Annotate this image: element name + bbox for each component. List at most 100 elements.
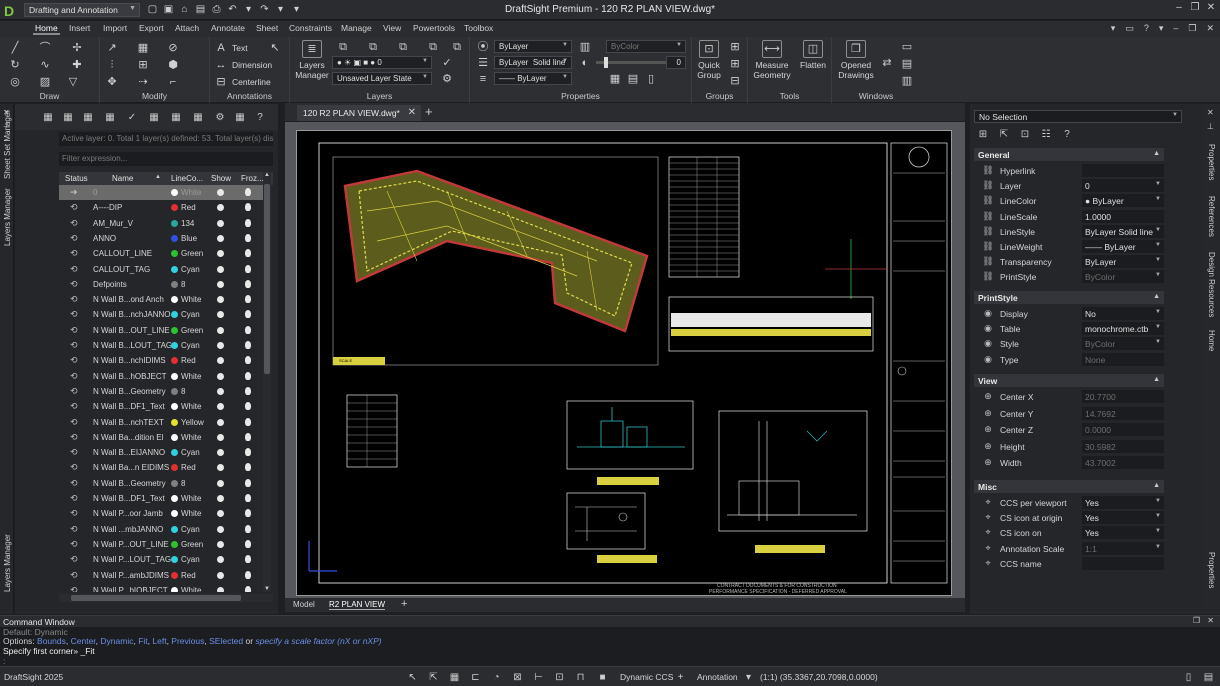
section-printstyle[interactable]: PrintStyle ▲ [974,291,1164,304]
pin-icon[interactable]: ⊥ [1207,122,1214,131]
add-layout-icon[interactable]: + [401,598,407,610]
layer-frozen-toggle[interactable] [245,585,251,592]
layer-frozen-toggle[interactable] [245,509,251,518]
property-value[interactable]: 1.0000 [1082,209,1164,223]
layer-show-toggle[interactable] [217,586,224,592]
section-misc[interactable]: Misc ▲ [974,480,1164,493]
tile-horizontal-icon[interactable]: ▭ [900,40,914,54]
layer-show-toggle[interactable] [217,189,224,196]
break-icon[interactable]: ⇢ [136,75,150,89]
layer-tool-icon[interactable]: ⧉ [366,40,380,54]
layers-manager-tab-bottom[interactable]: Layers Manager [3,534,12,592]
document-tab[interactable]: 120 R2 PLAN VIEW.dwg* ✕ [297,105,421,121]
layer-status-icon[interactable]: ⟲ [70,554,78,565]
layer-show-toggle[interactable] [217,234,224,242]
line-icon[interactable]: ╱ [8,41,22,55]
merge-layer-icon[interactable]: ▦ [169,111,183,125]
layer-tool-icon[interactable]: ⧉ [396,40,410,54]
layer-show-toggle[interactable] [217,556,224,564]
layer-color-swatch[interactable] [171,387,178,395]
layer-frozen-toggle[interactable] [245,188,251,196]
group-add-icon[interactable]: ⊞ [728,57,742,71]
settings-gear-icon[interactable]: ⚙ [213,111,227,125]
layer-state-manager-icon[interactable]: ⚙ [440,72,454,86]
grid-icon[interactable]: ▦ [608,72,622,86]
layer-row[interactable]: ⟲ A----DIP Red [59,200,265,215]
layer-color-swatch[interactable] [171,204,178,212]
layer-status-icon[interactable]: ⟲ [70,279,78,290]
cursor-icon[interactable]: ⇱ [427,671,440,684]
layer-color-swatch[interactable] [171,479,178,487]
doc-close-icon[interactable]: ✕ [1206,23,1214,34]
rotate-draw-icon[interactable]: ↻ [8,58,22,72]
column-frozen[interactable]: Froz... [241,174,264,183]
polar-icon[interactable]: ◔ [490,671,503,684]
help-icon[interactable]: ? [253,111,267,125]
trim-icon[interactable]: ⊞ [136,58,150,72]
layer-row[interactable]: ⟲ N Wall Ba...n EIDIMS Red [59,460,265,475]
lineweight-icon[interactable]: ≡ [476,72,490,86]
home-tab[interactable]: Home [1207,330,1216,351]
restore-icon[interactable]: ❐ [1190,2,1200,13]
layer-color-swatch[interactable] [171,326,178,334]
hatch-icon[interactable]: ▨ [38,75,52,89]
tab-powertools[interactable]: Powertools [411,23,457,33]
flatten-button[interactable]: ◫ Flatten [798,40,828,70]
sheet-set-manager-tab[interactable]: Sheet Set Manager [3,110,12,179]
layer-status-icon[interactable]: ⟲ [70,355,78,366]
lineweight-display-icon[interactable]: ⊡ [553,671,566,684]
scale-icon[interactable]: ⊘ [166,41,180,55]
layer-row[interactable]: ⟲ N Wall B...hOBJECT White [59,369,265,384]
lineweight-select[interactable]: —— ByLayer ▼ [494,72,572,85]
undock-icon[interactable]: ❐ [1193,616,1200,625]
chevron-down-icon[interactable]: ▾ [742,671,755,684]
layer-frozen-toggle[interactable] [245,570,251,579]
property-value[interactable]: ● ByLayer ▼ [1082,194,1164,208]
ortho-icon[interactable]: ⊏ [469,671,482,684]
tab-toolbox[interactable]: Toolbox [462,23,495,33]
layers-vertical-scrollbar[interactable]: ▲ ▼ [263,172,271,592]
layer-frozen-toggle[interactable] [245,402,251,411]
layer-show-toggle[interactable] [217,342,224,349]
layer-frozen-toggle[interactable] [245,555,251,564]
tab-home[interactable]: Home [33,23,60,35]
layer-status-icon[interactable]: ⟲ [70,524,78,535]
collapse-icon[interactable]: ▲ [1153,376,1160,383]
layer-row[interactable]: ⟲ N Wall Ba...dition El White [59,430,265,445]
layer-show-toggle[interactable] [217,326,224,334]
layer-frozen-toggle[interactable] [245,233,251,242]
check-icon[interactable]: ✓ [440,56,454,70]
close-panel-icon[interactable]: ✕ [1207,108,1214,117]
toggle-pickadd-icon[interactable]: ⊡ [1018,128,1032,142]
layer-frozen-toggle[interactable] [245,203,251,212]
layer-show-toggle[interactable] [217,433,224,441]
transparency-slider[interactable] [596,57,666,68]
layer-previous-icon[interactable]: ▦ [191,111,205,125]
property-value[interactable]: Yes ▼ [1082,526,1164,540]
current-layer-arrow-icon[interactable]: ➜ [70,187,78,198]
property-value[interactable]: Yes ▼ [1082,511,1164,525]
layer-show-toggle[interactable] [217,525,224,533]
layer-show-toggle[interactable] [217,219,224,227]
layer-status-icon[interactable]: ⟲ [70,371,78,382]
filter-expression-input[interactable]: Filter expression... [59,152,273,166]
doc-restore-icon[interactable]: ❐ [1188,23,1196,34]
linestyle-select[interactable]: ByLayer Solid line ▼ [494,56,572,69]
layer-frozen-toggle[interactable] [245,539,251,548]
layer-color-swatch[interactable] [171,265,178,273]
layer-frozen-toggle[interactable] [245,356,251,365]
layer-frozen-toggle[interactable] [245,432,251,441]
layer-filter-icon[interactable]: ▦ [103,111,117,125]
column-show[interactable]: Show [211,174,231,183]
layer-show-toggle[interactable] [217,464,224,472]
etrack-icon[interactable]: ⊢ [532,671,545,684]
tab-r2-plan-view[interactable]: R2 PLAN VIEW [329,600,386,610]
layer-row[interactable]: ⟲ N Wall B...ond Anch White [59,292,265,307]
layer-row[interactable]: ⟲ N Wall B...DF1_Text White [59,399,265,414]
collapse-icon[interactable]: ▲ [1153,293,1160,300]
group-edit-icon[interactable]: ⊞ [728,40,742,54]
command-option[interactable]: Dynamic [100,636,133,646]
tab-import[interactable]: Import [101,23,129,33]
layer-row[interactable]: ⟲ N Wall P...OUT_LINE Green [59,537,265,552]
layer-show-toggle[interactable] [217,387,224,395]
